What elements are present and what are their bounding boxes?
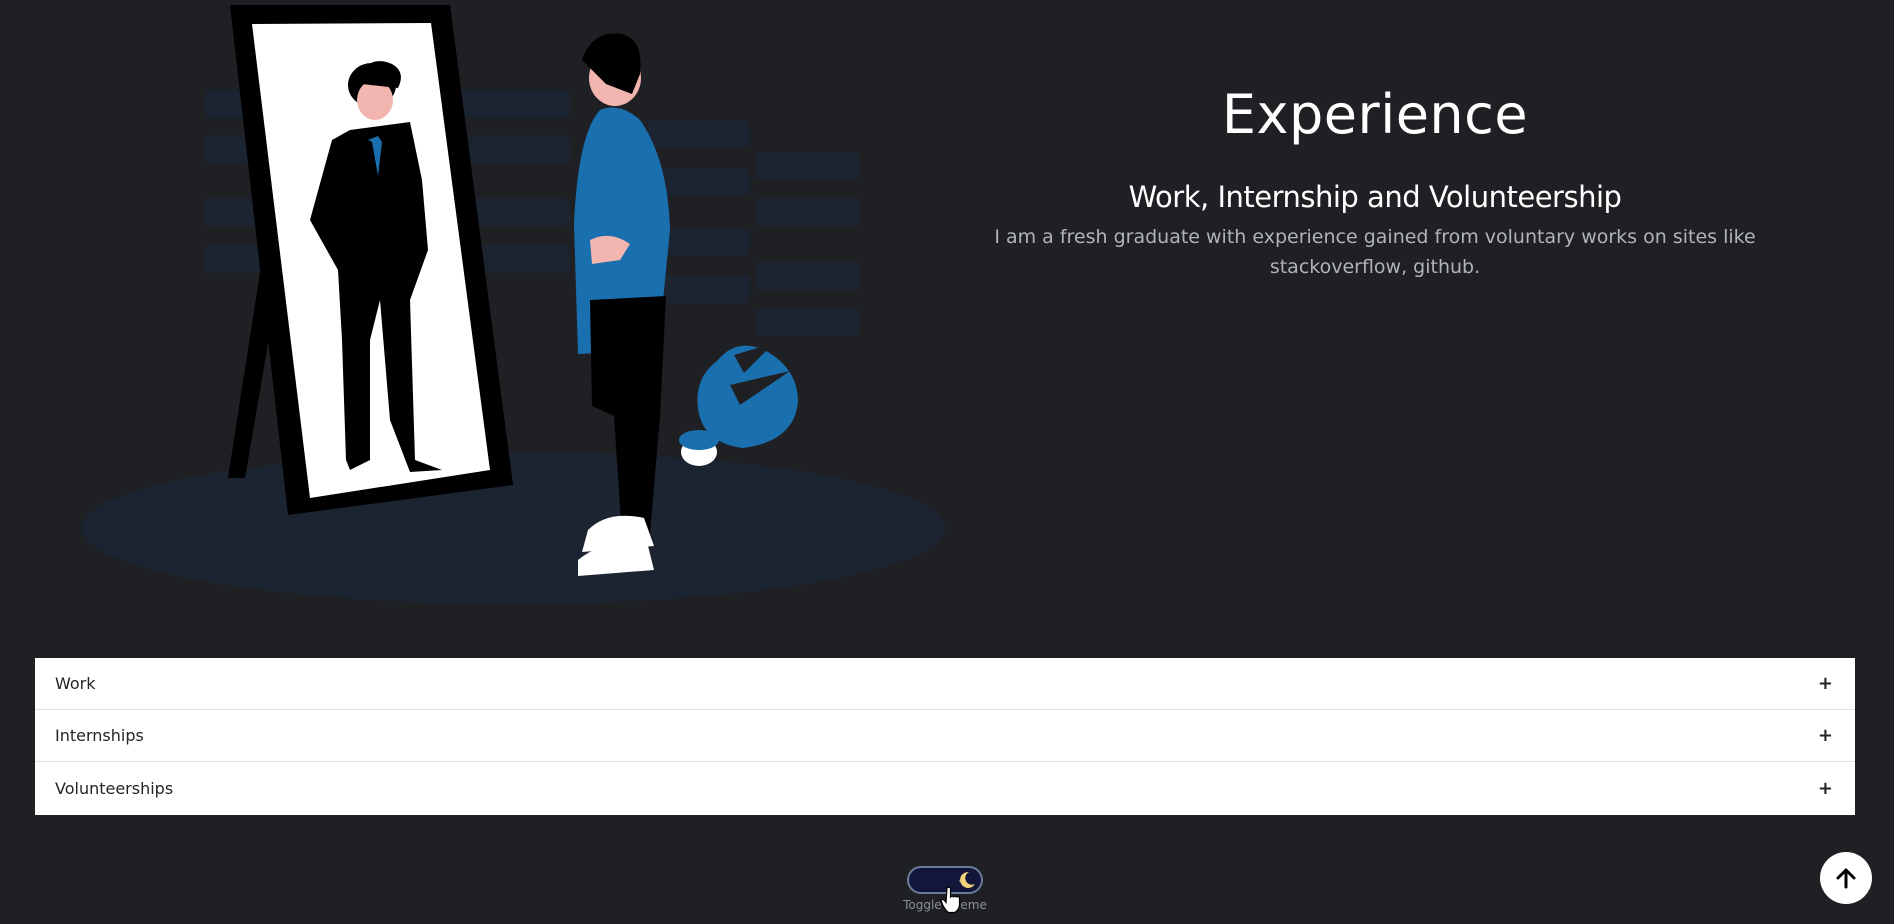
- section-subtitle: Work, Internship and Volunteership: [1128, 180, 1622, 214]
- hero-section: Experience Work, Internship and Voluntee…: [990, 80, 1760, 282]
- expand-icon[interactable]: +: [1818, 673, 1833, 694]
- expand-icon[interactable]: +: [1818, 778, 1833, 799]
- mirror-illustration: [81, 5, 945, 604]
- accordion-item-volunteerships[interactable]: Volunteerships +: [35, 762, 1855, 815]
- accordion-item-internships[interactable]: Internships +: [35, 710, 1855, 762]
- experience-accordion: Work + Internships + Volunteerships +: [35, 658, 1855, 815]
- accordion-label: Internships: [55, 726, 144, 745]
- hand-cursor-icon: [940, 886, 961, 914]
- page-title: Experience: [1221, 83, 1529, 146]
- accordion-item-work[interactable]: Work +: [35, 658, 1855, 710]
- arrow-up-icon: [1836, 868, 1856, 889]
- scroll-to-top-button[interactable]: [1820, 852, 1872, 904]
- accordion-label: Volunteerships: [55, 779, 174, 798]
- accordion-label: Work: [55, 674, 96, 693]
- section-description: I am a fresh graduate with experience ga…: [994, 226, 1756, 278]
- expand-icon[interactable]: +: [1818, 725, 1833, 746]
- experience-page: Experience Work, Internship and Voluntee…: [0, 0, 1894, 924]
